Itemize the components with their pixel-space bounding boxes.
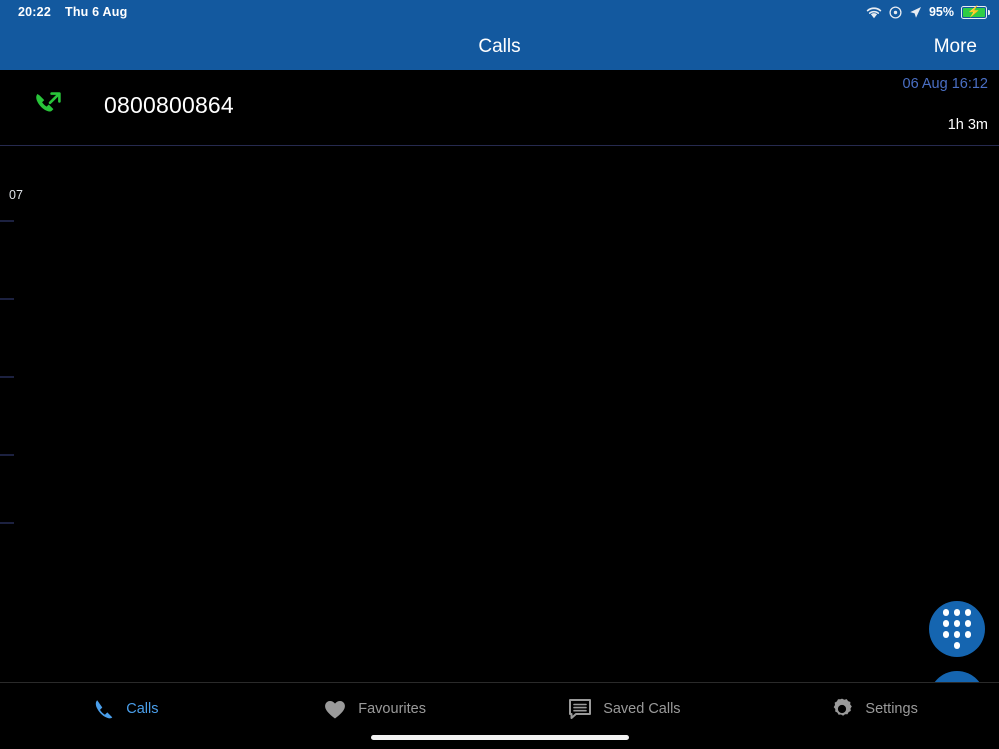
tab-favourites-label: Favourites — [358, 701, 426, 717]
page-title: Calls — [0, 36, 999, 58]
call-duration-label: 1h 3m — [948, 117, 988, 133]
table-row[interactable]: 07 0800800864 06 Aug 16:12 1h 3m — [0, 70, 999, 146]
tab-settings[interactable]: Settings — [749, 683, 999, 749]
dialpad-icon — [943, 609, 972, 649]
outgoing-call-icon — [28, 85, 68, 125]
call-list[interactable]: 07 0800800864 06 Aug 16:12 1h 3m — [0, 70, 999, 682]
phone-app-screen: 20:22 Thu 6 Aug — [0, 0, 999, 749]
app-bar: Calls More — [0, 24, 999, 70]
list-divider — [0, 376, 14, 378]
location-arrow-icon — [909, 6, 922, 19]
tab-calls-label: Calls — [126, 701, 158, 717]
list-divider — [0, 454, 14, 456]
phone-icon — [91, 697, 115, 721]
heart-icon — [323, 698, 347, 720]
tab-saved-calls-label: Saved Calls — [603, 701, 680, 717]
list-divider — [0, 220, 14, 222]
more-button[interactable]: More — [934, 36, 977, 58]
call-date-label: 06 Aug 16:12 — [903, 76, 988, 92]
call-prefix-label: 07 — [9, 188, 23, 202]
tab-settings-label: Settings — [865, 701, 917, 717]
message-icon — [568, 698, 592, 720]
status-bar: 20:22 Thu 6 Aug — [0, 0, 999, 24]
status-date: Thu 6 Aug — [65, 5, 127, 19]
tab-calls[interactable]: Calls — [0, 683, 250, 749]
dialpad-fab[interactable] — [929, 601, 985, 657]
status-bar-right: 95% ⚡ — [866, 5, 999, 19]
battery-charging-icon: ⚡ — [961, 6, 987, 19]
status-bar-left: 20:22 Thu 6 Aug — [0, 5, 127, 19]
home-indicator[interactable] — [371, 735, 629, 740]
battery-percent-label: 95% — [929, 5, 954, 19]
list-divider — [0, 298, 14, 300]
gear-icon — [830, 697, 854, 721]
wifi-icon — [866, 6, 882, 19]
list-divider — [0, 522, 14, 524]
alarm-icon — [889, 6, 902, 19]
call-number-label: 0800800864 — [104, 92, 234, 119]
status-time: 20:22 — [18, 5, 51, 19]
